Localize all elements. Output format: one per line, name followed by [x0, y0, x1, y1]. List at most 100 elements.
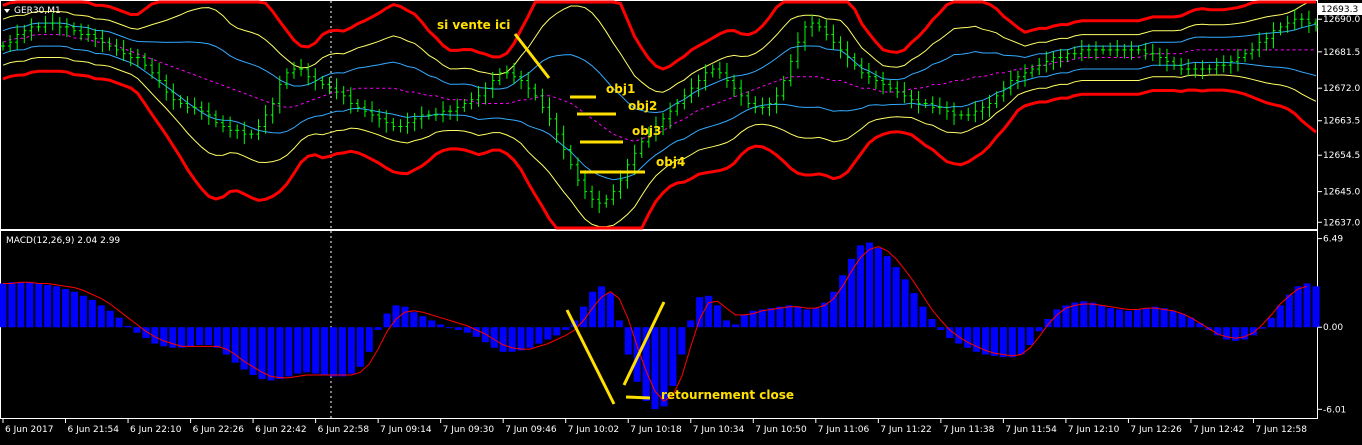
macd-histogram-bar [285, 327, 293, 377]
macd-histogram-bar [651, 327, 659, 410]
macd-histogram-bar [1312, 286, 1320, 328]
macd-histogram-bar [1115, 309, 1123, 328]
macd-histogram-bar [231, 327, 239, 363]
macd-histogram-bar [973, 327, 981, 352]
macd-histogram-bar [1160, 308, 1168, 328]
macd-histogram-bar [338, 327, 346, 377]
macd-histogram-bar [35, 283, 43, 328]
macd-histogram-bar [1285, 294, 1293, 328]
macd-histogram-bar [204, 327, 212, 345]
macd-histogram-bar [321, 327, 329, 375]
macd-histogram-bar [419, 316, 427, 328]
time-tick-label: 7 Jun 10:18 [630, 425, 682, 435]
macd-histogram-bar [776, 306, 784, 328]
macd-histogram-bar [705, 295, 713, 328]
macd-histogram-bar [687, 320, 695, 328]
macd-histogram-bar [329, 327, 337, 377]
macd-histogram-bar [79, 295, 87, 328]
price-tick-label: 12654.5 [1323, 151, 1360, 161]
macd-histogram-bar [794, 306, 802, 328]
macd-panel[interactable] [0, 242, 1320, 410]
time-tick-label: 7 Jun 12:10 [1068, 425, 1120, 435]
chevron-down-icon[interactable] [4, 9, 10, 13]
macd-histogram-bar [615, 320, 623, 328]
time-tick-label: 7 Jun 12:26 [1130, 425, 1182, 435]
macd-histogram-bar [731, 324, 739, 328]
macd-histogram-bar [937, 327, 945, 330]
macd-histogram-bar [517, 327, 525, 351]
trading-chart-window[interactable]: 12690.0 12681.5 12672.0 12663.5 12654.5 12645… [0, 0, 1362, 441]
macd-label: MACD(12,26,9) 2.04 2.99 [6, 236, 120, 246]
time-tick-label: 6 Jun 2017 [5, 425, 53, 435]
macd-histogram-bar [62, 289, 70, 328]
macd-histogram-bar [767, 308, 775, 328]
price-tick-label: 12637.0 [1323, 218, 1360, 228]
macd-histogram-bar [365, 327, 373, 352]
macd-histogram-bar [1178, 313, 1186, 328]
time-tick-label: 7 Jun 10:50 [755, 425, 807, 435]
macd-histogram-bar [562, 327, 570, 330]
macd-histogram-bar [740, 314, 748, 328]
time-tick-label: 7 Jun 09:46 [505, 425, 557, 435]
outer-band-upper [2, 0, 1316, 71]
macd-histogram-bar [428, 320, 436, 328]
macd-histogram-bar [1044, 319, 1052, 328]
macd-histogram-bar [964, 327, 972, 348]
macd-histogram-bar [187, 327, 195, 347]
macd-histogram-bar [1133, 309, 1141, 328]
macd-histogram-bar [8, 282, 16, 328]
macd-histogram-bar [106, 310, 114, 328]
macd-histogram-bar [356, 327, 364, 367]
macd-histogram-bar [606, 293, 614, 328]
macd-histogram-bar [88, 299, 96, 328]
annotation-sell-here: si vente ici [437, 18, 510, 32]
middle-band-lower [2, 57, 1317, 228]
macd-histogram-bar [213, 327, 221, 348]
macd-histogram-bar [1142, 308, 1150, 328]
chart-canvas[interactable]: 12690.0 12681.5 12672.0 12663.5 12654.5 12645… [0, 0, 1362, 441]
macd-histogram-bar [1053, 309, 1061, 328]
price-tick-label: 12690.0 [1323, 15, 1360, 25]
macd-tick-label: 6.49 [1323, 235, 1343, 245]
macd-histogram-bar [589, 291, 597, 328]
time-tick-label: 7 Jun 10:34 [693, 425, 745, 435]
macd-histogram-bar [267, 327, 275, 381]
macd-histogram-bar [347, 327, 355, 374]
macd-histogram-bar [124, 325, 132, 328]
macd-histogram-bar [17, 282, 25, 328]
macd-histogram-bar [830, 291, 838, 328]
time-tick-label: 7 Jun 11:38 [943, 425, 995, 435]
time-tick-label: 7 Jun 12:42 [1193, 425, 1244, 435]
macd-histogram-bar [812, 308, 820, 328]
price-panel[interactable] [1, 0, 1318, 230]
macd-histogram-bar [597, 286, 605, 328]
time-tick-label: 6 Jun 22:42 [255, 425, 306, 435]
macd-histogram-bar [410, 312, 418, 328]
time-tick-label: 6 Jun 22:58 [318, 425, 370, 435]
macd-tick-label: -6.01 [1323, 405, 1346, 415]
macd-histogram-bar [70, 291, 78, 328]
middle-band-upper [2, 1, 1316, 93]
current-price-label: 12693.3 [1321, 5, 1358, 15]
annotation-reversal-close: retournement close [661, 388, 794, 402]
macd-histogram-bar [1017, 327, 1025, 355]
macd-histogram-bar [1151, 306, 1159, 328]
macd-histogram-bar [839, 275, 847, 328]
macd-histogram-bar [401, 306, 409, 328]
macd-histogram-bar [946, 327, 954, 339]
macd-histogram-bar [758, 309, 766, 328]
macd-histogram-bar [1276, 305, 1284, 328]
macd-tick-label: 0.00 [1323, 323, 1343, 333]
sell-arrow-line [513, 33, 551, 79]
time-tick-label: 6 Jun 22:26 [193, 425, 245, 435]
annotation-obj4: obj4 [656, 155, 685, 169]
macd-histogram-bar [714, 305, 722, 328]
macd-histogram-bar [901, 279, 909, 328]
price-tick-label: 12672.0 [1323, 84, 1360, 94]
macd-histogram-bar [26, 282, 34, 328]
macd-histogram-bar [133, 327, 141, 333]
macd-histogram-bar [303, 327, 311, 373]
macd-histogram-bar [160, 327, 168, 347]
symbol-label: GER30,M1 [14, 6, 61, 16]
macd-histogram-bar [437, 324, 445, 328]
